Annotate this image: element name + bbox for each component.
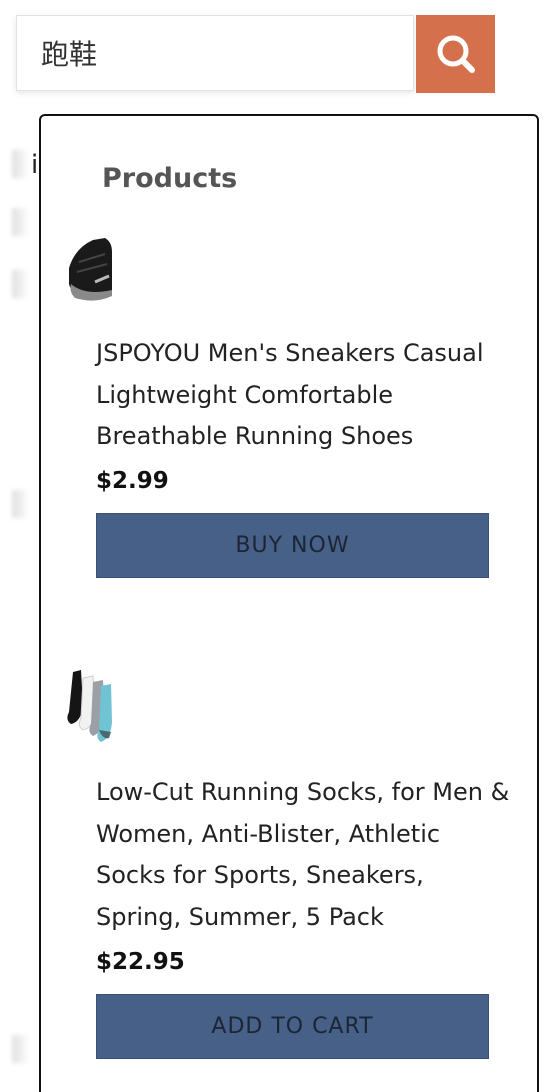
socks-thumbnail[interactable] xyxy=(65,666,113,746)
product-price: $2.99 xyxy=(96,468,169,494)
page: i Products JSPOYOU Men's Sneakers Casual… xyxy=(0,0,552,1092)
section-title: Products xyxy=(102,163,238,194)
search-results-dropdown: Products JSPOYOU Men's Sneakers Casual L… xyxy=(39,114,539,1092)
search-input[interactable] xyxy=(41,36,381,70)
sneaker-thumbnail[interactable] xyxy=(65,226,113,306)
background-fragment xyxy=(12,208,30,236)
buy-now-button[interactable]: BUY NOW xyxy=(96,513,489,578)
product-name[interactable]: JSPOYOU Men's Sneakers Casual Lightweigh… xyxy=(96,333,516,458)
background-fragment xyxy=(12,150,30,178)
search-box xyxy=(16,15,414,91)
search-button[interactable] xyxy=(416,15,495,93)
product-name[interactable]: Low-Cut Running Socks, for Men & Women, … xyxy=(96,772,516,938)
add-to-cart-button[interactable]: ADD TO CART xyxy=(96,994,489,1059)
background-fragment xyxy=(12,1035,30,1063)
product-price: $22.95 xyxy=(96,949,185,975)
search-icon xyxy=(437,35,475,73)
background-text-fragment: i xyxy=(31,150,39,180)
background-fragment xyxy=(12,490,30,518)
background-fragment xyxy=(12,270,30,298)
